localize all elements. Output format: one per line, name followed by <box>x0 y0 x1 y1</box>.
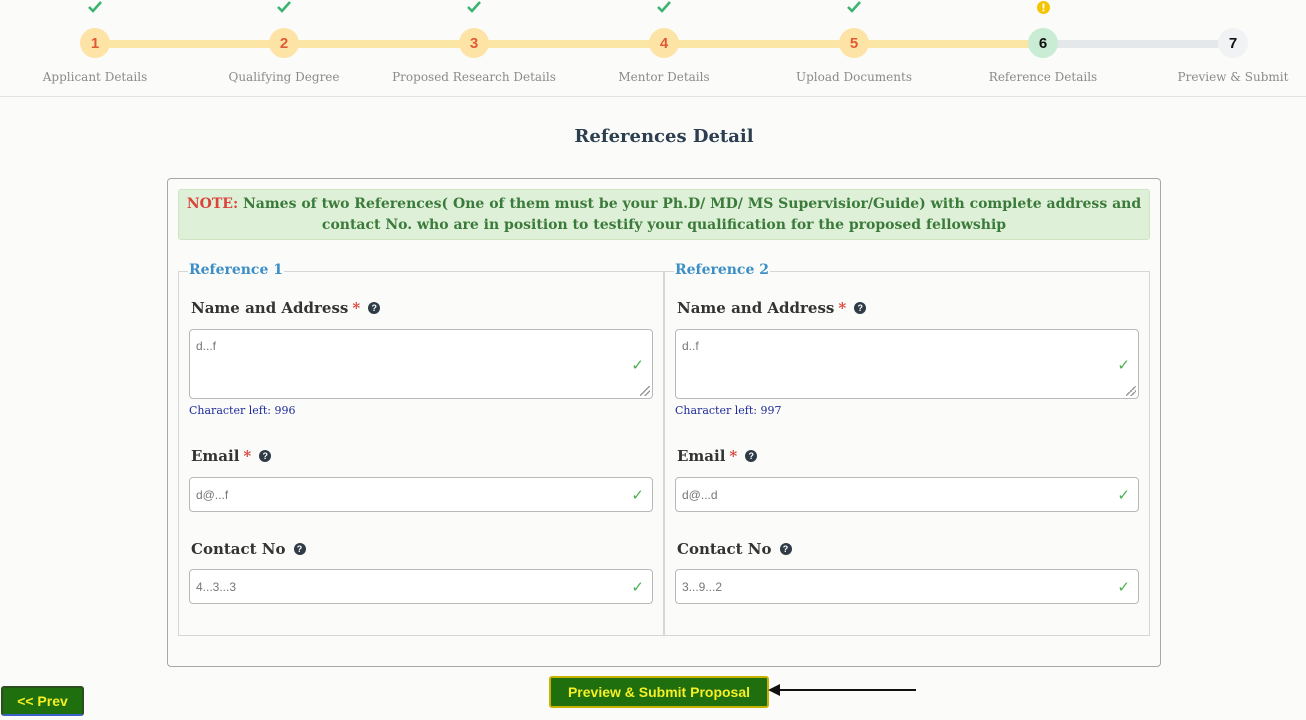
character-counter: Character left: 996 <box>189 404 296 417</box>
step-label: Qualifying Degree <box>228 70 340 84</box>
help-icon[interactable]: ? <box>293 543 306 555</box>
note-key: NOTE: <box>186 196 239 212</box>
warning-icon <box>1036 0 1050 14</box>
reference-1-email-input[interactable]: d@...f ✓ <box>189 477 653 512</box>
reference-2-email-input[interactable]: d@...d ✓ <box>675 477 1139 512</box>
step-number: 3 <box>459 28 489 58</box>
check-icon: ✓ <box>631 356 644 374</box>
name-address-label: Name and Address * ? <box>191 299 381 317</box>
check-icon: ✓ <box>631 486 644 504</box>
step-status <box>953 0 1133 14</box>
step-proposed-research-details[interactable]: 3 Proposed Research Details <box>384 0 564 84</box>
email-label: Email * ? <box>191 447 272 465</box>
input-value: 3...9...2 <box>682 580 723 594</box>
help-icon[interactable]: ? <box>854 302 867 314</box>
label-text: Email <box>191 447 240 465</box>
step-label: Upload Documents <box>796 70 912 84</box>
step-number: 1 <box>80 28 110 58</box>
check-icon <box>467 1 481 13</box>
check-icon: ✓ <box>1117 578 1130 596</box>
label-text: Email <box>677 447 726 465</box>
input-value: d..f <box>682 339 699 353</box>
help-icon[interactable]: ? <box>259 450 272 462</box>
reference-2-contact-input[interactable]: 3...9...2 ✓ <box>675 569 1139 604</box>
step-mentor-details[interactable]: 4 Mentor Details <box>574 0 754 84</box>
note-text: Names of two References( One of them mus… <box>238 196 1142 233</box>
name-address-label: Name and Address * ? <box>677 299 867 317</box>
page-title: References Detail <box>574 126 754 147</box>
help-icon[interactable]: ? <box>368 302 381 314</box>
step-label: Mentor Details <box>618 70 710 84</box>
required-mark: * <box>838 299 847 317</box>
input-value: d@...f <box>196 488 229 502</box>
step-status <box>574 0 754 14</box>
check-icon <box>657 1 671 13</box>
label-text: Name and Address <box>677 299 835 317</box>
step-preview-submit[interactable]: 7 Preview & Submit <box>1143 0 1306 84</box>
step-label: Proposed Research Details <box>392 70 556 84</box>
contact-label: Contact No ? <box>677 540 792 558</box>
step-number: 5 <box>839 28 869 58</box>
progress-stepper: 1 Applicant Details 2 Qualifying Degree … <box>0 0 1306 97</box>
check-icon <box>88 1 102 13</box>
step-number: 7 <box>1218 28 1248 58</box>
step-upload-documents[interactable]: 5 Upload Documents <box>764 0 944 84</box>
step-applicant-details[interactable]: 1 Applicant Details <box>5 0 185 84</box>
help-icon[interactable]: ? <box>779 543 792 555</box>
required-mark: * <box>729 447 738 465</box>
check-icon: ✓ <box>631 578 644 596</box>
step-number: 2 <box>269 28 299 58</box>
step-status <box>384 0 564 14</box>
step-label: Reference Details <box>988 70 1098 84</box>
check-icon: ✓ <box>1117 486 1130 504</box>
label-text: Contact No <box>191 540 286 558</box>
check-icon: ✓ <box>1117 356 1130 374</box>
label-text: Contact No <box>677 540 772 558</box>
step-number: 4 <box>649 28 679 58</box>
arrow-annotation <box>768 684 916 696</box>
step-reference-details[interactable]: 6 Reference Details <box>953 0 1133 84</box>
check-icon <box>277 1 291 13</box>
references-form-panel: NOTE: Names of two References( One of th… <box>167 178 1161 667</box>
step-status <box>5 0 185 14</box>
reference-2-name-address-input[interactable]: d..f ✓ <box>675 329 1139 399</box>
input-value: d...f <box>196 339 217 353</box>
preview-submit-button[interactable]: Preview & Submit Proposal <box>549 676 769 708</box>
reference-1-name-address-input[interactable]: d...f ✓ <box>189 329 653 399</box>
step-status <box>194 0 374 14</box>
contact-label: Contact No ? <box>191 540 306 558</box>
resize-handle-icon[interactable] <box>640 386 650 396</box>
arrow-head-icon <box>768 684 780 696</box>
help-icon[interactable]: ? <box>745 450 758 462</box>
step-number: 6 <box>1028 28 1058 58</box>
input-value: 4...3...3 <box>196 580 237 594</box>
required-mark: * <box>352 299 361 317</box>
step-label: Applicant Details <box>42 70 148 84</box>
reference-2-fieldset: Reference 2 Name and Address * ? d..f ✓ … <box>664 262 1150 636</box>
reference-1-fieldset: Reference 1 Name and Address * ? d...f ✓… <box>178 262 664 636</box>
note-alert: NOTE: Names of two References( One of th… <box>178 189 1150 240</box>
step-qualifying-degree[interactable]: 2 Qualifying Degree <box>194 0 374 84</box>
prev-button[interactable]: << Prev <box>1 686 84 716</box>
resize-handle-icon[interactable] <box>1126 386 1136 396</box>
required-mark: * <box>243 447 252 465</box>
reference-2-legend: Reference 2 <box>674 262 770 278</box>
character-counter: Character left: 997 <box>675 404 782 417</box>
check-icon <box>847 1 861 13</box>
step-status <box>764 0 944 14</box>
reference-1-contact-input[interactable]: 4...3...3 ✓ <box>189 569 653 604</box>
email-label: Email * ? <box>677 447 758 465</box>
step-label: Preview & Submit <box>1177 70 1289 84</box>
label-text: Name and Address <box>191 299 349 317</box>
input-value: d@...d <box>682 488 718 502</box>
reference-1-legend: Reference 1 <box>188 262 284 278</box>
step-status <box>1143 0 1306 14</box>
